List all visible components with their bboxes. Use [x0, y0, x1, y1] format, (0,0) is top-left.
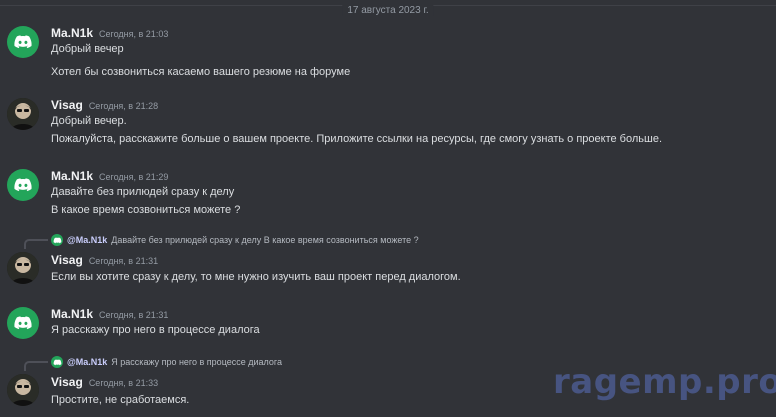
discord-logo-icon[interactable] [7, 307, 39, 339]
message-text: Давайте без прилюдей сразу к делу [51, 186, 235, 198]
message-text: Добрый вечер. [51, 115, 127, 127]
message-timestamp: Сегодня, в 21:03 [99, 29, 169, 39]
reply-mention[interactable]: @Ma.N1k [67, 356, 107, 368]
discord-logo-icon[interactable] [7, 169, 39, 201]
author-name[interactable]: Ma.N1k [51, 26, 93, 40]
author-name[interactable]: Ma.N1k [51, 307, 93, 321]
message-header: Visag Сегодня, в 21:31 [51, 253, 158, 268]
reply-mention[interactable]: @Ma.N1k [67, 234, 107, 246]
message-timestamp: Сегодня, в 21:28 [88, 101, 159, 111]
message-header: Ma.N1k Сегодня, в 21:29 [51, 169, 168, 184]
author-name[interactable]: Ma.N1k [51, 169, 93, 183]
author-name[interactable]: Visag [51, 98, 83, 112]
message-header: Visag Сегодня, в 21:33 [51, 375, 158, 390]
message-header: Ma.N1k Сегодня, в 21:31 [51, 307, 168, 322]
reply-connector [24, 239, 48, 249]
message-timestamp: Сегодня, в 21:31 [88, 256, 159, 266]
message-text: Простите, не сработаемся. [51, 394, 190, 406]
message-text: Я расскажу про него в процессе диалога [51, 324, 260, 336]
date-divider-label: 17 августа 2023 г. [342, 5, 434, 16]
user-photo [7, 374, 39, 406]
author-name[interactable]: Visag [51, 253, 83, 267]
watermark: ragemp.pro [553, 362, 776, 402]
reply-preview[interactable]: @Ma.N1k Давайте без прилюдей сразу к дел… [51, 234, 419, 246]
message-timestamp: Сегодня, в 21:33 [88, 378, 159, 388]
user-photo [7, 252, 39, 284]
message-text: Хотел бы созвониться касаемо вашего резю… [51, 66, 351, 78]
discord-logo-icon[interactable] [7, 26, 39, 58]
user-photo [7, 98, 39, 130]
message-text: В какое время созвониться можете ? [51, 204, 241, 216]
message-text: Пожалуйста, расскажите больше о вашем пр… [51, 133, 663, 145]
discord-logo-icon [51, 234, 63, 246]
message-header: Visag Сегодня, в 21:28 [51, 98, 158, 113]
reply-preview[interactable]: @Ma.N1k Я расскажу про него в процессе д… [51, 356, 282, 368]
discord-logo-icon [51, 356, 63, 368]
message-text: Добрый вечер [51, 43, 124, 55]
reply-connector [24, 361, 48, 371]
message-header: Ma.N1k Сегодня, в 21:03 [51, 26, 168, 41]
message-timestamp: Сегодня, в 21:31 [99, 310, 169, 320]
user-avatar[interactable] [7, 98, 39, 130]
message-text: Если вы хотите сразу к делу, то мне нужн… [51, 271, 461, 283]
reply-text: Давайте без прилюдей сразу к делу В како… [111, 235, 419, 245]
author-name[interactable]: Visag [51, 375, 83, 389]
user-avatar[interactable] [7, 252, 39, 284]
message-timestamp: Сегодня, в 21:29 [99, 172, 169, 182]
user-avatar[interactable] [7, 374, 39, 406]
date-divider: 17 августа 2023 г. [0, 5, 776, 16]
reply-text: Я расскажу про него в процессе диалога [111, 357, 282, 367]
